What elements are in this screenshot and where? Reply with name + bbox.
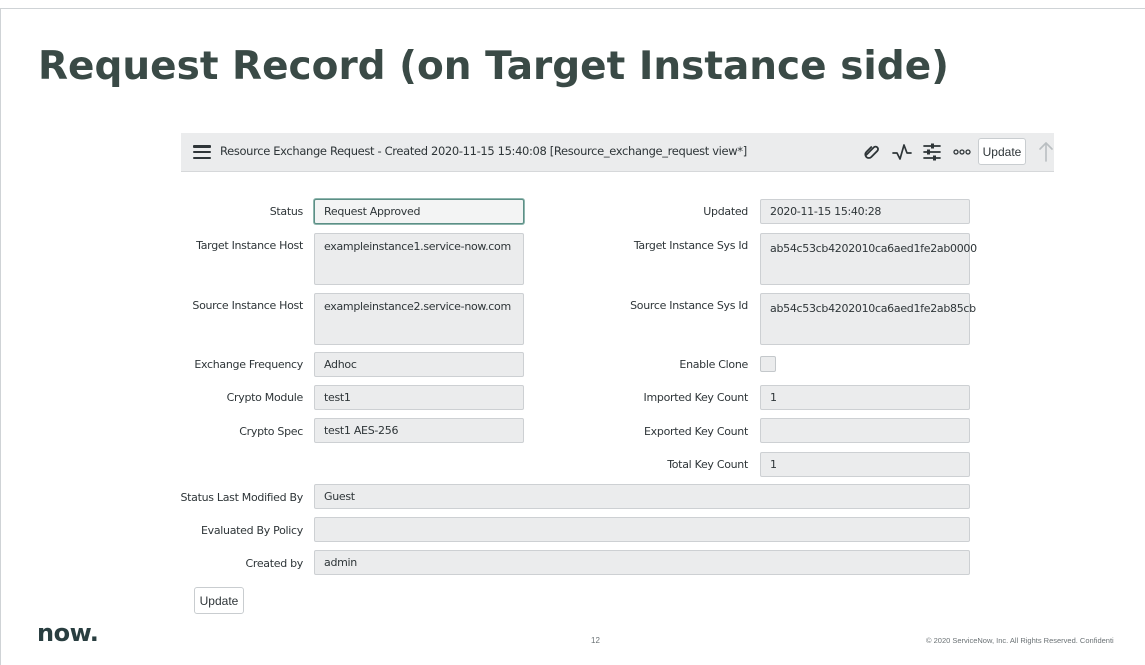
enable-clone-checkbox[interactable] [760, 356, 776, 372]
crypto-module-label: Crypto Module [226, 391, 304, 404]
created-by-label: Created by [245, 557, 303, 570]
enable-clone-label: Enable Clone [679, 358, 748, 371]
up-arrow-icon[interactable] [1038, 141, 1054, 163]
more-options-icon[interactable] [952, 142, 972, 162]
status-last-modified-by-label: Status Last Modified By [180, 491, 303, 504]
now-logo: now. [37, 619, 99, 647]
updated-field[interactable]: 2020-11-15 15:40:28 [760, 199, 970, 224]
target-instance-sys-id-field[interactable]: ab54c53cb4202010ca6aed1fe2ab0000 [760, 233, 977, 285]
slide-border-top [0, 8, 1145, 9]
status-label: Status [269, 205, 304, 218]
imported-key-count-field[interactable]: 1 [760, 385, 970, 410]
status-field[interactable]: Request Approved [314, 199, 524, 224]
crypto-spec-label: Crypto Spec [239, 425, 303, 438]
target-instance-host-field[interactable]: exampleinstance1.service-now.com [314, 233, 524, 285]
target-instance-host-label: Target Instance Host [196, 239, 303, 252]
source-instance-host-label: Source Instance Host [192, 299, 303, 312]
exchange-frequency-label: Exchange Frequency [194, 358, 303, 371]
paperclip-icon[interactable] [862, 142, 882, 162]
exported-key-count-field[interactable] [760, 418, 970, 443]
updated-label: Updated [703, 205, 748, 218]
slide-border-left [0, 8, 1, 665]
settings-sliders-icon[interactable] [922, 142, 942, 162]
activity-icon[interactable] [892, 142, 912, 162]
target-instance-sys-id-label: Target Instance Sys Id [633, 239, 748, 252]
crypto-spec-field[interactable]: test1 AES-256 [314, 418, 524, 443]
status-last-modified-by-field[interactable]: Guest [314, 484, 970, 509]
evaluated-by-policy-field[interactable] [314, 517, 970, 542]
form-header: Resource Exchange Request - Created 2020… [181, 133, 1054, 172]
copyright-text: © 2020 ServiceNow, Inc. All Rights Reser… [926, 636, 1114, 645]
source-instance-host-field[interactable]: exampleinstance2.service-now.com [314, 293, 524, 345]
created-by-field[interactable]: admin [314, 550, 970, 575]
hamburger-menu-icon[interactable] [193, 145, 211, 160]
form-header-title: Resource Exchange Request - Created 2020… [220, 144, 747, 158]
total-key-count-label: Total Key Count [667, 458, 748, 471]
exchange-frequency-field[interactable]: Adhoc [314, 352, 524, 377]
exported-key-count-label: Exported Key Count [644, 425, 748, 438]
update-button[interactable]: Update [194, 587, 244, 614]
crypto-module-field[interactable]: test1 [314, 385, 524, 410]
source-instance-sys-id-label: Source Instance Sys Id [630, 299, 748, 312]
slide-title: Request Record (on Target Instance side) [38, 44, 949, 89]
total-key-count-field[interactable]: 1 [760, 452, 970, 477]
imported-key-count-label: Imported Key Count [643, 391, 749, 404]
header-update-button[interactable]: Update [978, 138, 1026, 165]
page-number: 12 [591, 636, 600, 645]
source-instance-sys-id-field[interactable]: ab54c53cb4202010ca6aed1fe2ab85cb [760, 293, 976, 345]
evaluated-by-policy-label: Evaluated By Policy [200, 524, 303, 537]
